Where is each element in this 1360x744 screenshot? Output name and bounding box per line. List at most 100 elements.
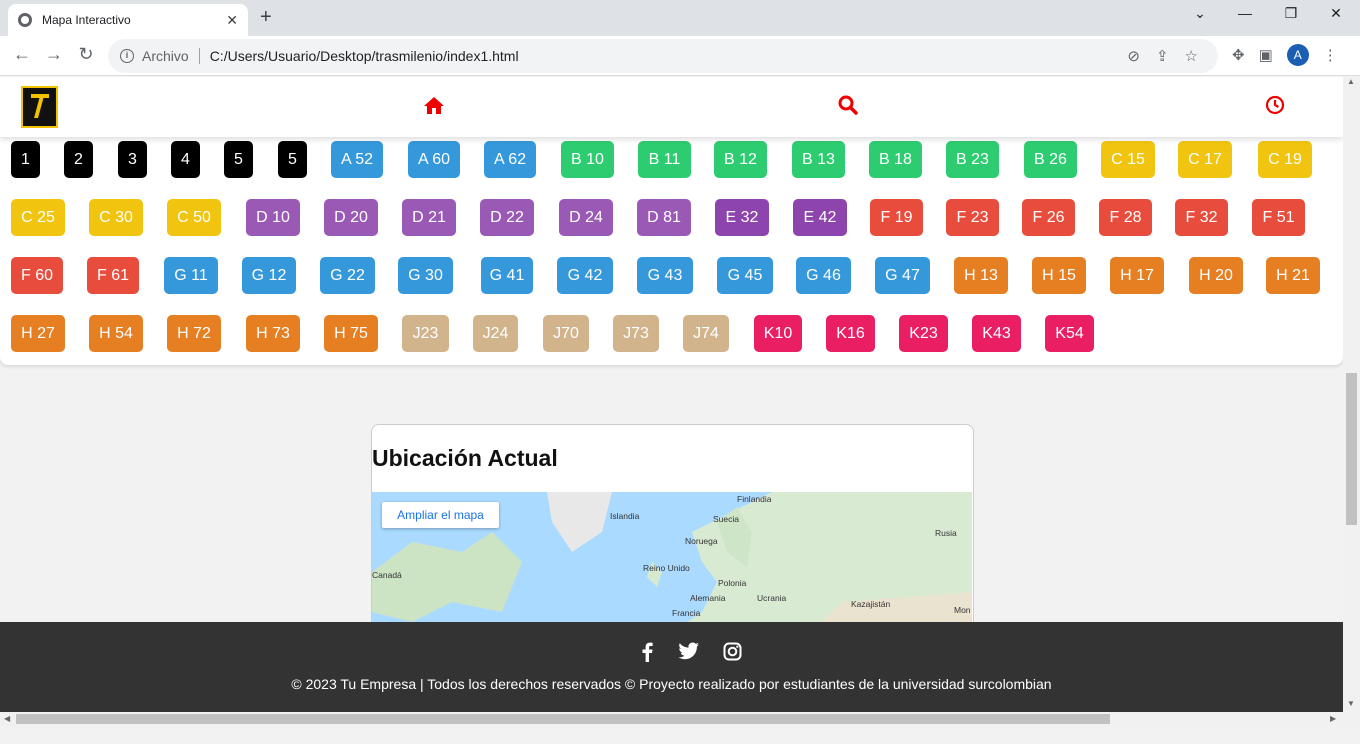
route-button[interactable]: B 12 xyxy=(714,141,767,178)
route-button[interactable]: C 15 xyxy=(1101,141,1155,178)
close-tab-icon[interactable]: ✕ xyxy=(226,12,238,29)
route-button[interactable]: G 45 xyxy=(717,257,773,294)
route-button[interactable]: J74 xyxy=(683,315,729,352)
route-button[interactable]: C 25 xyxy=(11,199,65,236)
twitter-icon[interactable] xyxy=(678,642,700,666)
close-window-icon[interactable]: ✕ xyxy=(1321,5,1351,22)
route-button[interactable]: K10 xyxy=(754,315,802,352)
route-button[interactable]: B 26 xyxy=(1024,141,1077,178)
scroll-left-icon[interactable]: ◀ xyxy=(4,714,10,723)
route-button[interactable]: K54 xyxy=(1045,315,1094,352)
menu-kebab-icon[interactable]: ⋮ xyxy=(1323,46,1338,64)
url-text[interactable]: C:/Users/Usuario/Desktop/trasmilenio/ind… xyxy=(210,48,519,64)
scroll-down-icon[interactable]: ▼ xyxy=(1347,699,1355,708)
route-button[interactable]: C 50 xyxy=(167,199,221,236)
route-button[interactable]: F 51 xyxy=(1252,199,1305,236)
expand-map-button[interactable]: Ampliar el mapa xyxy=(382,502,499,528)
route-button[interactable]: J73 xyxy=(613,315,659,352)
route-button[interactable]: G 22 xyxy=(320,257,375,294)
route-button[interactable]: B 11 xyxy=(638,141,691,178)
scroll-up-icon[interactable]: ▲ xyxy=(1347,77,1355,86)
clock-icon[interactable] xyxy=(1265,95,1285,121)
route-button[interactable]: 5 xyxy=(224,141,253,178)
route-button[interactable]: 1 xyxy=(11,141,40,178)
route-button[interactable]: H 54 xyxy=(89,315,143,352)
route-button[interactable]: H 17 xyxy=(1110,257,1164,294)
route-button[interactable]: H 75 xyxy=(324,315,378,352)
back-icon[interactable]: ← xyxy=(10,44,34,65)
route-button[interactable]: G 42 xyxy=(557,257,613,294)
route-button[interactable]: G 41 xyxy=(481,257,533,294)
route-button[interactable]: G 46 xyxy=(796,257,851,294)
side-panel-icon[interactable]: ▣ xyxy=(1259,46,1273,64)
route-button[interactable]: F 61 xyxy=(87,257,139,294)
route-button[interactable]: A 60 xyxy=(408,141,460,178)
share-icon[interactable]: ⇪ xyxy=(1156,47,1169,65)
route-button[interactable]: H 20 xyxy=(1189,257,1243,294)
home-icon[interactable] xyxy=(423,95,445,121)
route-button[interactable]: F 23 xyxy=(946,199,999,236)
route-button[interactable]: B 10 xyxy=(561,141,614,178)
route-button[interactable]: D 20 xyxy=(324,199,378,236)
route-button[interactable]: G 11 xyxy=(164,257,218,294)
route-button[interactable]: 3 xyxy=(118,141,147,178)
route-button[interactable]: B 23 xyxy=(946,141,999,178)
transmilenio-logo[interactable] xyxy=(21,86,58,128)
route-button[interactable]: K16 xyxy=(826,315,875,352)
route-button[interactable]: G 30 xyxy=(398,257,453,294)
address-bar[interactable]: i Archivo C:/Users/Usuario/Desktop/trasm… xyxy=(108,39,1218,73)
route-button[interactable]: E 42 xyxy=(793,199,847,236)
route-button[interactable]: G 47 xyxy=(875,257,930,294)
route-button[interactable]: C 30 xyxy=(89,199,143,236)
route-button[interactable]: J70 xyxy=(543,315,589,352)
route-button[interactable]: H 15 xyxy=(1032,257,1086,294)
horizontal-scroll-thumb[interactable] xyxy=(16,714,1110,724)
route-button[interactable]: F 60 xyxy=(11,257,63,294)
route-button[interactable]: B 13 xyxy=(792,141,845,178)
route-button[interactable]: G 43 xyxy=(637,257,693,294)
route-button[interactable]: F 19 xyxy=(870,199,923,236)
route-button[interactable]: D 22 xyxy=(480,199,534,236)
vertical-scrollbar[interactable]: ▲ ▼ xyxy=(1343,77,1360,712)
tab-search-icon[interactable]: ⌄ xyxy=(1185,5,1215,22)
route-button[interactable]: K43 xyxy=(972,315,1021,352)
instagram-icon[interactable] xyxy=(723,642,742,667)
route-button[interactable]: 4 xyxy=(171,141,200,178)
route-button[interactable]: H 73 xyxy=(246,315,300,352)
route-button[interactable]: C 17 xyxy=(1178,141,1232,178)
route-button[interactable]: C 19 xyxy=(1258,141,1312,178)
route-button[interactable]: D 21 xyxy=(402,199,456,236)
route-button[interactable]: F 32 xyxy=(1175,199,1228,236)
route-button[interactable]: A 52 xyxy=(331,141,383,178)
extensions-icon[interactable]: ✥ xyxy=(1232,46,1245,64)
route-button[interactable]: J23 xyxy=(402,315,449,352)
browser-tab[interactable]: Mapa Interactivo ✕ xyxy=(8,4,248,36)
reload-icon[interactable]: ↻ xyxy=(74,44,98,65)
route-button[interactable]: B 18 xyxy=(869,141,922,178)
profile-avatar[interactable]: A xyxy=(1286,44,1309,66)
scroll-right-icon[interactable]: ▶ xyxy=(1330,714,1336,723)
route-button[interactable]: H 21 xyxy=(1266,257,1320,294)
route-button[interactable]: G 12 xyxy=(242,257,296,294)
route-button[interactable]: A 62 xyxy=(484,141,536,178)
blocked-icon[interactable]: ⊘ xyxy=(1127,47,1140,65)
forward-icon[interactable]: → xyxy=(42,44,66,65)
route-button[interactable]: F 28 xyxy=(1099,199,1152,236)
restore-icon[interactable]: ❐ xyxy=(1276,5,1306,22)
minimize-icon[interactable]: — xyxy=(1230,5,1260,21)
route-button[interactable]: 5 xyxy=(278,141,307,178)
route-button[interactable]: D 81 xyxy=(637,199,691,236)
route-button[interactable]: H 72 xyxy=(167,315,221,352)
facebook-icon[interactable] xyxy=(640,642,654,668)
horizontal-scrollbar[interactable]: ◀ ▶ xyxy=(0,712,1360,726)
route-button[interactable]: H 13 xyxy=(954,257,1008,294)
route-button[interactable]: D 10 xyxy=(246,199,300,236)
route-button[interactable]: J24 xyxy=(473,315,518,352)
route-button[interactable]: D 24 xyxy=(559,199,613,236)
search-icon[interactable] xyxy=(838,95,858,121)
route-button[interactable]: E 32 xyxy=(715,199,769,236)
new-tab-button[interactable]: + xyxy=(260,6,272,29)
route-button[interactable]: F 26 xyxy=(1022,199,1075,236)
route-button[interactable]: H 27 xyxy=(11,315,65,352)
route-button[interactable]: K23 xyxy=(899,315,948,352)
